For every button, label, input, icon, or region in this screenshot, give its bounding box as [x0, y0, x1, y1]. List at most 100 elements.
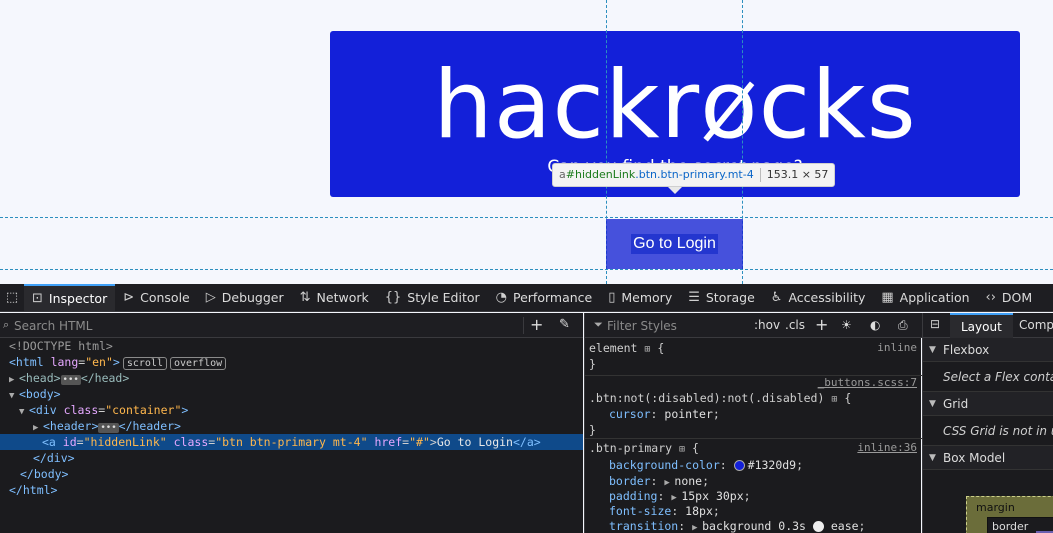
- rule-btn-selector[interactable]: .btn:not(:disabled):not(.disabled) ⊞ {: [589, 390, 851, 406]
- tab-memory[interactable]: ▯ Memory: [600, 284, 680, 311]
- guide-line-top: [0, 217, 1053, 218]
- tooltip-id: #hiddenLink: [565, 168, 636, 181]
- add-rule-icon[interactable]: +: [815, 315, 828, 334]
- network-icon: ⇅: [299, 290, 311, 305]
- box-model-margin[interactable]: margin border: [966, 496, 1053, 533]
- rule-source-inline: inline: [877, 341, 917, 354]
- search-html-input[interactable]: [14, 317, 514, 334]
- tree-node-body[interactable]: ▼ <body>: [0, 386, 583, 402]
- filter-styles-input[interactable]: [607, 317, 747, 334]
- decl-padding[interactable]: padding: ▶ 15px 30px;: [609, 488, 751, 504]
- grid-icon: ⊞: [644, 344, 651, 355]
- go-to-login-label: Go to Login: [631, 234, 718, 254]
- grid-icon: ⊞: [831, 394, 838, 405]
- guide-line-bottom: [0, 269, 1053, 270]
- ellipsis-icon[interactable]: •••: [98, 423, 119, 433]
- sidebar-tabs: ⊟ Layout Computed: [923, 313, 1053, 338]
- box-model-border-label: border: [992, 520, 1029, 533]
- inspector-icon: ⊡: [32, 291, 43, 306]
- tree-node-body-close: </body>: [20, 467, 69, 481]
- box-model-margin-label: margin: [976, 501, 1015, 514]
- collapse-arrow-icon: ▼: [929, 453, 936, 463]
- tooltip-dimensions: 153.1 × 57: [766, 168, 829, 181]
- tree-node-head[interactable]: ▶ <head> ••• </head>: [0, 370, 583, 386]
- rule-source-buttons[interactable]: _buttons.scss:7: [818, 375, 917, 391]
- element-picker-icon[interactable]: ⬚: [0, 284, 24, 311]
- accessibility-icon: ♿: [770, 290, 783, 305]
- box-model-border[interactable]: border: [987, 517, 1053, 533]
- rules-pane: ⏷ :hov .cls + ☀ ◐ ⎙ element ⊞ { inline }…: [584, 313, 922, 533]
- tab-layout[interactable]: Layout: [950, 313, 1013, 338]
- decl-background-color[interactable]: background-color: #1320d9;: [609, 457, 803, 473]
- tab-accessibility[interactable]: ♿ Accessibility: [763, 284, 874, 311]
- tooltip-tag: a: [559, 168, 566, 181]
- dark-theme-icon[interactable]: ◐: [870, 318, 880, 332]
- boxmodel-section-header[interactable]: ▼ Box Model: [923, 446, 1053, 470]
- braces-icon: {}: [384, 290, 402, 305]
- decl-transition[interactable]: transition: ▶ background 0.3s ease;: [609, 518, 865, 533]
- tree-node-div[interactable]: ▼ <div class="container">: [0, 402, 583, 418]
- devtools-toolbar: ⬚ ⊡ Inspector ⊳ Console ▷ Debugger ⇅ Network…: [0, 284, 1053, 312]
- tree-node-header[interactable]: ▶ <header> ••• </header>: [0, 418, 583, 434]
- tab-inspector[interactable]: ⊡ Inspector: [24, 284, 116, 311]
- tooltip-classes: .btn.btn-primary.mt-4: [635, 168, 754, 181]
- page-viewport: hackrøcks Can you find the secret page? …: [0, 0, 1053, 284]
- ellipsis-icon[interactable]: •••: [60, 375, 81, 385]
- markup-view: <!DOCTYPE html> <html lang="en"> scroll ov…: [0, 338, 583, 533]
- grid-empty-message: CSS Grid is not in use on this page: [923, 416, 1053, 446]
- grid-icon: ▦: [881, 290, 894, 305]
- rule-primary-selector[interactable]: .btn-primary ⊞ {: [589, 440, 699, 456]
- inspector-tooltip: a#hiddenLink.btn.btn-primary.mt-4 153.1 ×…: [552, 163, 836, 187]
- memory-icon: ▯: [608, 290, 616, 305]
- go-to-login-button[interactable]: Go to Login: [606, 219, 743, 269]
- rule-close-brace: }: [589, 357, 596, 371]
- color-swatch[interactable]: [733, 460, 745, 471]
- eyedropper-icon[interactable]: ✎: [559, 317, 570, 332]
- rule-source-inline36[interactable]: inline:36: [857, 440, 917, 456]
- easing-icon[interactable]: [812, 521, 824, 532]
- screen: hackrøcks Can you find the secret page? …: [0, 0, 1053, 533]
- tab-storage[interactable]: ☰ Storage: [680, 284, 763, 311]
- search-icon: ⌕: [3, 318, 10, 331]
- decl-cursor[interactable]: cursor: pointer;: [609, 406, 720, 422]
- rule-close-brace: }: [589, 423, 596, 437]
- tree-node-doctype[interactable]: <!DOCTYPE html>: [0, 338, 583, 354]
- html-search-bar: ⌕ + ✎: [0, 313, 583, 338]
- tab-application[interactable]: ▦ Application: [873, 284, 977, 311]
- tab-dom[interactable]: ‹› DOM: [978, 284, 1041, 311]
- tree-node-anchor[interactable]: <a id="hiddenLink" class="btn btn-primar…: [0, 434, 583, 450]
- flexbox-empty-message: Select a Flex container or item to conti…: [923, 362, 1053, 392]
- tab-network[interactable]: ⇅ Network: [292, 284, 377, 311]
- rules-toolbar: ⏷ :hov .cls + ☀ ◐ ⎙: [585, 313, 922, 338]
- add-node-icon[interactable]: +: [530, 316, 543, 334]
- print-media-icon[interactable]: ⎙: [898, 318, 908, 333]
- tree-node-html[interactable]: <html lang="en"> scroll overflow: [0, 354, 583, 370]
- tab-debugger[interactable]: ▷ Debugger: [198, 284, 292, 311]
- filter-icon: ⏷: [594, 318, 603, 331]
- tab-style-editor[interactable]: {} Style Editor: [377, 284, 488, 311]
- expand-arrow-icon[interactable]: ▶: [692, 520, 702, 533]
- console-icon: ⊳: [123, 290, 135, 305]
- grid-icon: ⊞: [679, 444, 686, 455]
- scroll-badge[interactable]: scroll: [122, 357, 167, 370]
- rule-element-selector[interactable]: element ⊞ {: [589, 340, 664, 356]
- overflow-badge[interactable]: overflow: [169, 357, 227, 370]
- toggle-pane-icon[interactable]: ⊟: [930, 317, 940, 331]
- grid-section-header[interactable]: ▼ Grid: [923, 392, 1053, 416]
- tree-node-div-close: </div>: [33, 451, 75, 465]
- decl-font-size[interactable]: font-size: 18px;: [609, 503, 720, 519]
- logo: hackrøcks: [433, 51, 917, 160]
- dom-icon: ‹›: [985, 290, 996, 305]
- decl-border[interactable]: border: ▶ none;: [609, 473, 709, 489]
- class-toggle[interactable]: .cls: [785, 318, 805, 332]
- tab-computed[interactable]: Computed: [1019, 313, 1053, 338]
- light-theme-icon[interactable]: ☀: [841, 318, 852, 332]
- flexbox-section-header[interactable]: ▼ Flexbox: [923, 338, 1053, 362]
- gauge-icon: ◔: [495, 290, 507, 305]
- collapse-arrow-icon: ▼: [929, 345, 936, 355]
- tab-performance[interactable]: ◔ Performance: [488, 284, 601, 311]
- tab-console[interactable]: ⊳ Console: [115, 284, 198, 311]
- layout-pane: ⊟ Layout Computed ▼Flexbox Select a Flex…: [922, 313, 1053, 533]
- storage-icon: ☰: [688, 290, 700, 305]
- hover-state-toggle[interactable]: :hov: [754, 318, 780, 332]
